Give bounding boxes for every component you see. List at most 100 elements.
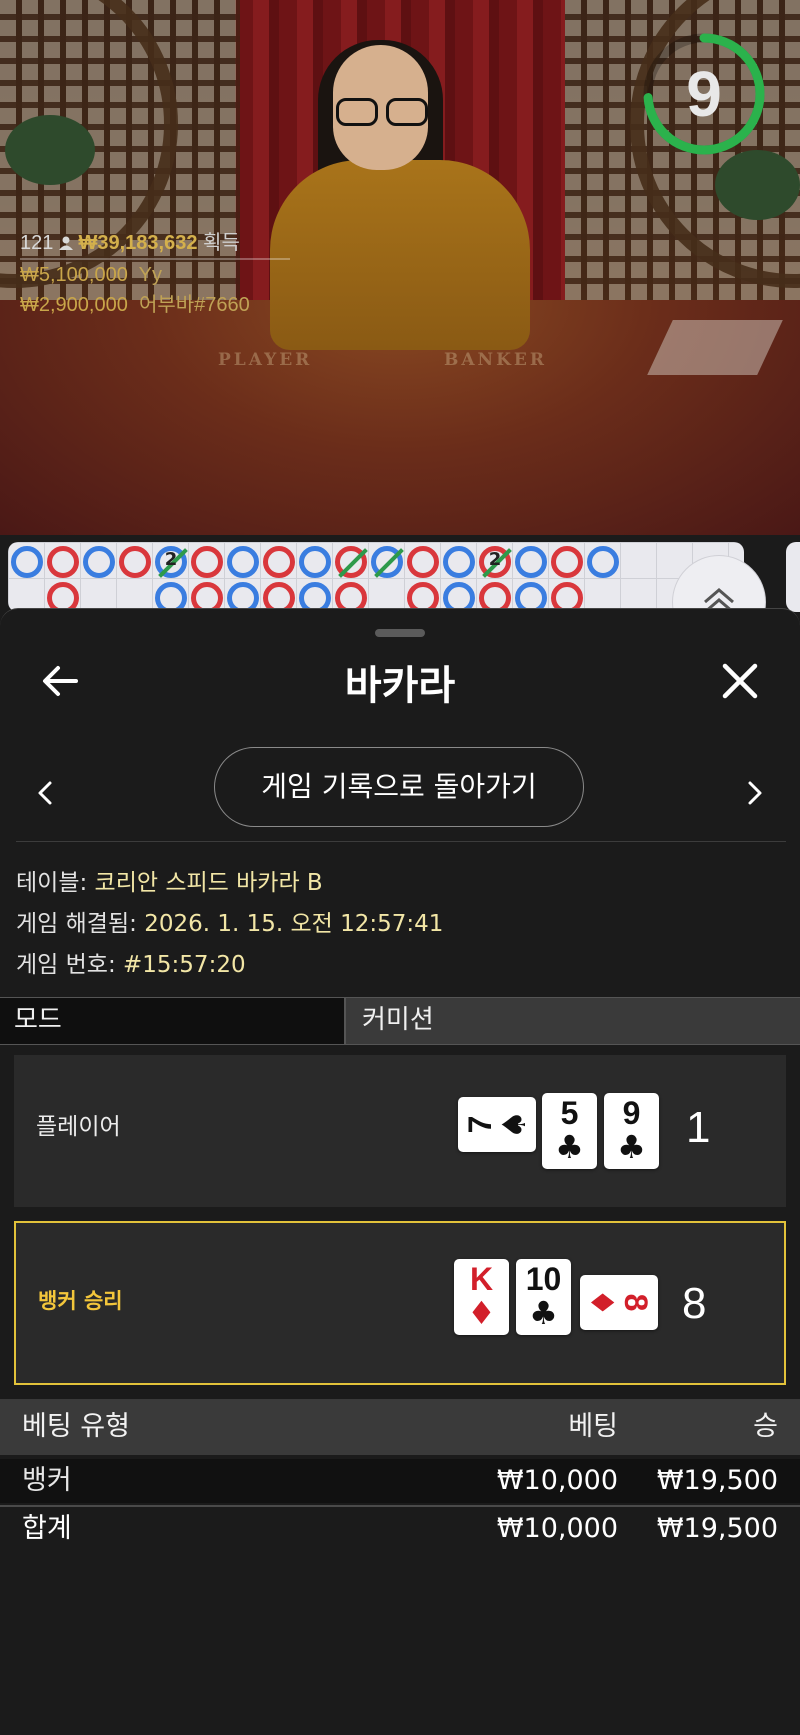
roadmap-bead-banker <box>263 546 295 578</box>
dealer-glasses <box>334 98 428 126</box>
roadmap-bead-banker <box>551 546 583 578</box>
total-label: 합계 <box>22 1513 72 1544</box>
table-value: 코리안 스피드 바카라 B <box>94 870 323 896</box>
player-card-2: 5 ♣ <box>542 1093 597 1169</box>
winner-amount: ₩5,100,000 <box>20 264 128 286</box>
roadmap-bead-banker <box>191 546 223 578</box>
winner-entry: ₩5,100,000 Yy <box>20 260 290 290</box>
player-result-panel: 플레이어 7 ♠ 5 ♣ 9 ♣ 1 <box>14 1055 786 1207</box>
close-icon <box>722 663 758 699</box>
header-bet-type: 베팅 유형 <box>22 1411 130 1442</box>
winner-user: 어부바#7660 <box>138 294 250 316</box>
total-win: ₩19,500 <box>656 1513 778 1544</box>
bonsai-left <box>5 115 95 185</box>
dealer-body <box>270 160 530 350</box>
roadmap-bead-banker <box>47 546 79 578</box>
winner-count: 121 <box>20 232 54 254</box>
card-rank: 5 <box>560 1095 579 1131</box>
card-rank: 8 <box>618 1293 654 1312</box>
back-to-history-button[interactable]: 게임 기록으로 돌아가기 <box>214 747 584 827</box>
total-bet: ₩10,000 <box>496 1513 618 1544</box>
winner-amount: ₩2,900,000 <box>20 294 128 316</box>
tie-mark <box>374 548 404 578</box>
close-button[interactable] <box>714 655 766 707</box>
divider <box>16 841 786 842</box>
next-game-button[interactable] <box>740 771 770 815</box>
bonsai-right <box>715 150 800 220</box>
roadmap-secondary <box>786 542 800 612</box>
winner-entry: ₩2,900,000 어부바#7660 <box>20 290 290 320</box>
bet-table-header: 베팅 유형 베팅 승 <box>0 1399 800 1455</box>
timer-value: 9 <box>686 58 722 130</box>
roadmap-bead-player <box>227 546 259 578</box>
sheet-drag-handle[interactable] <box>375 629 425 637</box>
player-card-3: 9 ♣ <box>604 1093 659 1169</box>
banker-score: 8 <box>682 1279 707 1328</box>
winners-summary: 121 ₩39,183,632 획득 <box>20 228 290 258</box>
card-rank: 10 <box>525 1261 562 1297</box>
roadmap-bead-banker: 2 <box>479 546 512 578</box>
club-icon: ♣ <box>529 1294 558 1332</box>
sheet-title: 바카라 <box>344 663 456 709</box>
total-row: 합계 ₩10,000 ₩19,500 <box>0 1507 800 1551</box>
table-info: 테이블: 코리안 스피드 바카라 B <box>16 863 323 897</box>
card-rank: K <box>469 1261 494 1297</box>
chevron-left-icon <box>38 781 52 805</box>
club-icon: ♣ <box>555 1128 584 1166</box>
game-history-sheet: 바카라 게임 기록으로 돌아가기 테이블: 코리안 스피드 바카라 B 게임 해… <box>0 608 800 1735</box>
roadmap-bead-player <box>371 546 404 578</box>
roadmap-bead-player <box>299 546 331 578</box>
back-button[interactable] <box>34 655 86 707</box>
previous-game-button[interactable] <box>30 771 60 815</box>
game-number-info: 게임 번호: #15:57:20 <box>16 945 246 979</box>
resolved-info: 게임 해결됨: 2026. 1. 15. 오전 12:57:41 <box>16 904 443 938</box>
roadmap-bead-banker <box>335 546 368 578</box>
arrow-left-icon <box>43 666 78 696</box>
mode-value: 커미션 <box>362 1005 434 1035</box>
roadmap-bead-player <box>443 546 475 578</box>
roadmap-bead-banker <box>407 546 439 578</box>
player-score: 1 <box>686 1103 711 1152</box>
mode-bar: 모드 커미션 <box>0 997 800 1045</box>
bet-amount: ₩10,000 <box>496 1465 618 1496</box>
banker-win-label: 뱅커 승리 <box>38 1289 123 1313</box>
win-amount: ₩19,500 <box>656 1465 778 1496</box>
winnings-label: 획득 <box>203 232 240 254</box>
countdown-timer: 9 <box>640 30 768 158</box>
card-rank: 7 <box>462 1115 498 1134</box>
winner-user: Yy <box>138 264 162 286</box>
live-video: PLAYER BANKER 9 121 ₩39,183,632 획득 ₩5,10… <box>0 0 800 535</box>
tie-count: 2 <box>164 549 178 570</box>
table-label: 테이블: <box>16 870 88 896</box>
game-number-label: 게임 번호: <box>16 952 116 978</box>
game-number-value: #15:57:20 <box>123 952 246 978</box>
roadmap-bead-player <box>83 546 115 578</box>
roadmap-bead-banker <box>119 546 151 578</box>
spade-icon: ♠ <box>495 1110 533 1139</box>
mode-label: 모드 <box>0 998 346 1044</box>
bead-roadmap[interactable]: 22 <box>8 542 744 612</box>
total-winnings: ₩39,183,632 <box>78 232 198 254</box>
player-label: 플레이어 <box>36 1114 121 1140</box>
chevron-right-icon <box>748 781 762 805</box>
tie-mark <box>338 548 368 578</box>
diamond-icon: ♦ <box>467 1294 496 1332</box>
player-card-1: 7 ♠ <box>458 1097 536 1152</box>
header-bet: 베팅 <box>568 1411 618 1442</box>
club-icon: ♣ <box>617 1128 646 1166</box>
diamond-icon: ♦ <box>583 1288 621 1317</box>
roadmap-bead-player <box>515 546 547 578</box>
header-win: 승 <box>753 1411 778 1442</box>
roadmap-bead-player: 2 <box>155 546 188 578</box>
resolved-label: 게임 해결됨: <box>16 911 137 937</box>
tie-count: 2 <box>488 549 502 570</box>
banker-card-2: 10 ♣ <box>516 1259 571 1335</box>
table-row: 뱅커 ₩10,000 ₩19,500 <box>0 1459 800 1503</box>
person-icon <box>58 236 73 250</box>
banker-card-3: 8 ♦ <box>580 1275 658 1330</box>
bet-type: 뱅커 <box>22 1465 72 1496</box>
card-rank: 9 <box>622 1095 641 1131</box>
resolved-value: 2026. 1. 15. 오전 12:57:41 <box>144 911 444 937</box>
roadmap-bead-player <box>11 546 43 578</box>
table-label-banker: BANKER <box>444 350 547 370</box>
